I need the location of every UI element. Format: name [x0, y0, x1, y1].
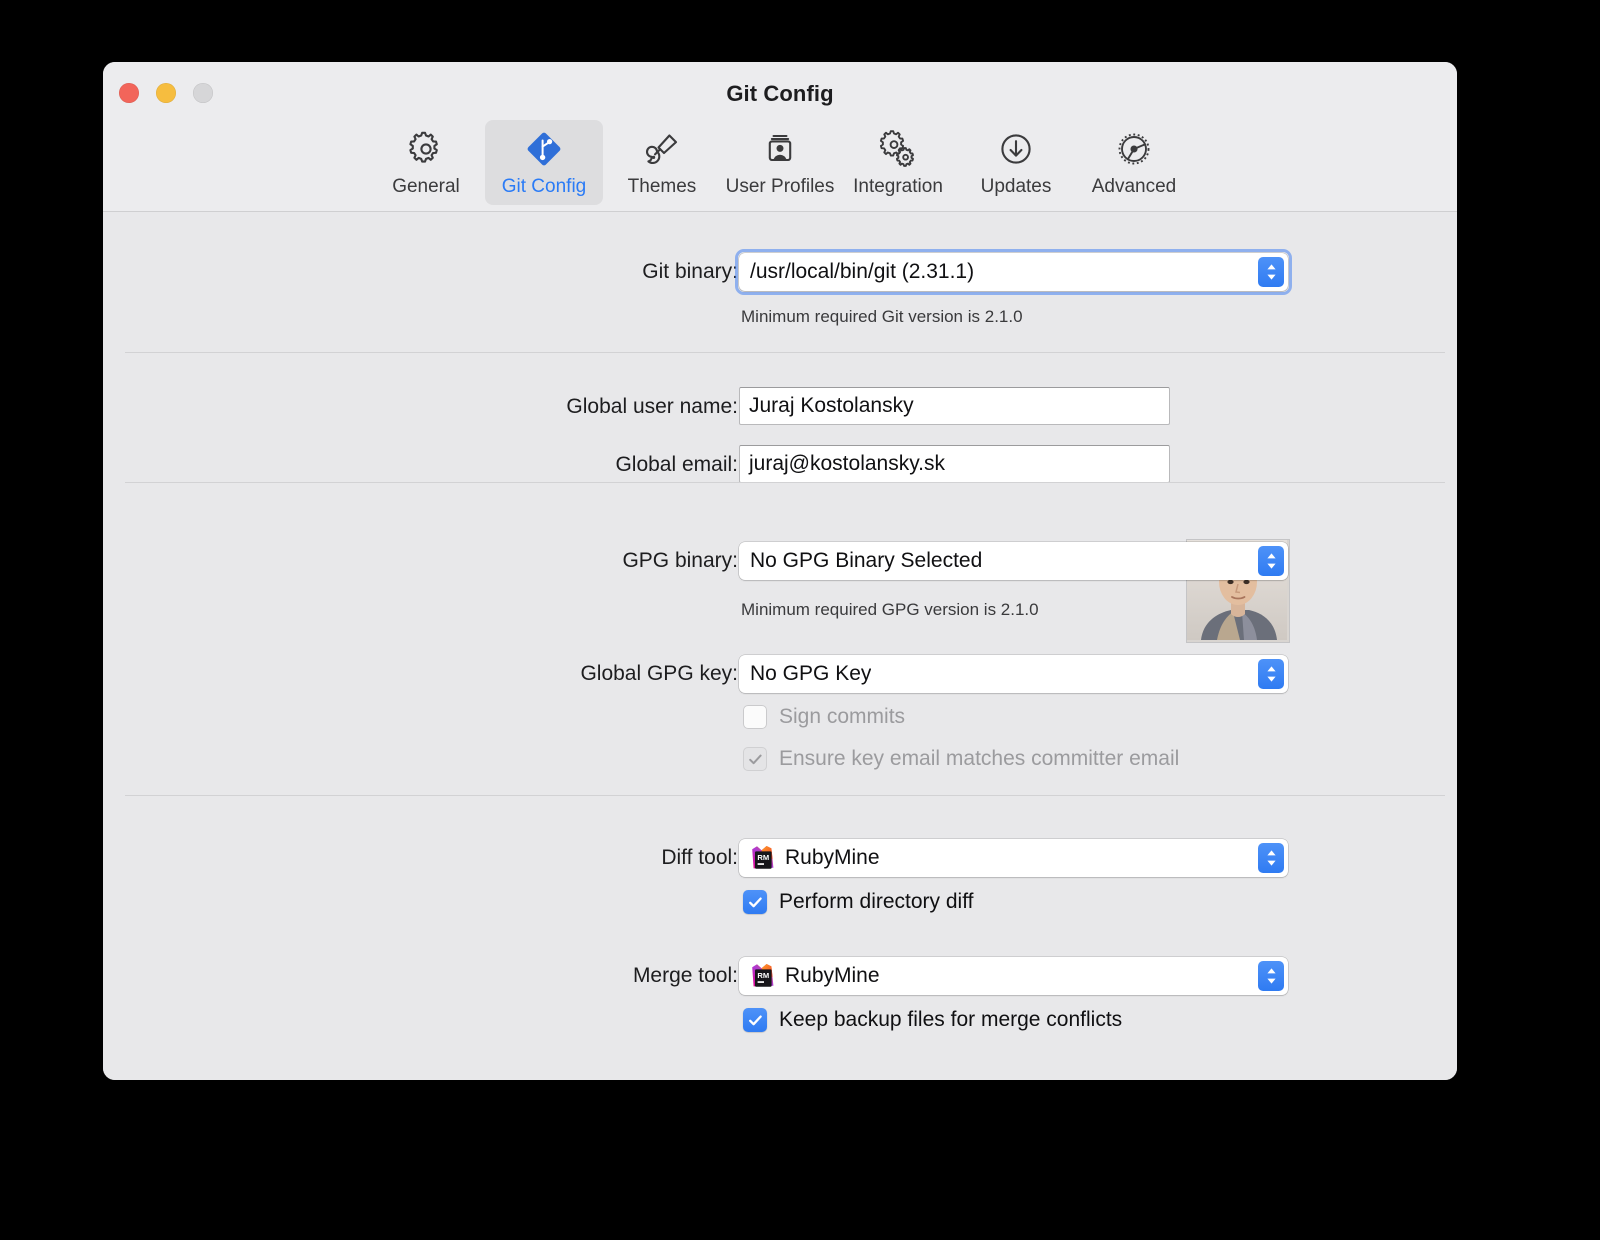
toolbar-label-updates: Updates [980, 176, 1052, 197]
global-email-label: Global email: [615, 453, 738, 476]
merge-tool-stepper[interactable] [1258, 961, 1284, 991]
diff-tool-label-wrap: Diff tool: [103, 846, 738, 870]
window-title: Git Config [726, 81, 834, 106]
keep-backup-files-checkbox[interactable] [743, 1008, 767, 1032]
perform-directory-diff-row[interactable]: Perform directory diff [743, 890, 974, 914]
toolbar-label-integration: Integration [853, 176, 943, 197]
git-binary-hint: Minimum required Git version is 2.1.0 [741, 307, 1023, 326]
preferences-content: Git binary: /usr/local/bin/git (2.31.1) … [103, 212, 1457, 1080]
merge-tool-label-wrap: Merge tool: [103, 964, 738, 988]
global-email-input[interactable]: juraj@kostolansky.sk [739, 445, 1170, 483]
toolbar-label-general: General [392, 176, 460, 197]
user-card-icon [760, 128, 800, 170]
git-binary-label: Git binary: [642, 260, 738, 283]
section-divider-2 [125, 482, 1445, 483]
keep-backup-files-label: Keep backup files for merge conflicts [779, 1008, 1123, 1031]
git-binary-popup-wrap: /usr/local/bin/git (2.31.1) [735, 249, 1292, 295]
git-binary-stepper[interactable] [1258, 257, 1284, 287]
global-gpg-key-popup[interactable]: No GPG Key [739, 655, 1288, 693]
svg-text:RM: RM [757, 853, 769, 862]
toolbar-item-updates[interactable]: Updates [957, 120, 1075, 205]
gpg-binary-label: GPG binary: [622, 549, 738, 572]
ensure-key-email-checkbox[interactable] [743, 747, 767, 771]
diff-tool-stepper[interactable] [1258, 843, 1284, 873]
ensure-key-email-checkbox-row[interactable]: Ensure key email matches committer email [743, 747, 1179, 771]
two-gears-icon [878, 128, 918, 170]
global-user-name-label-wrap: Global user name: [103, 395, 738, 419]
global-user-name-input[interactable]: Juraj Kostolansky [739, 387, 1170, 425]
git-binary-label-wrap: Git binary: [103, 260, 738, 284]
preferences-window: Git Config General Git Config Themes Use… [103, 62, 1457, 1080]
toolbar-item-integration[interactable]: Integration [839, 120, 957, 205]
merge-tool-label: Merge tool: [632, 964, 738, 987]
git-diamond-icon [523, 128, 565, 170]
gpg-binary-hint: Minimum required GPG version is 2.1.0 [741, 600, 1039, 619]
global-user-name-label: Global user name: [566, 395, 738, 418]
git-binary-value: /usr/local/bin/git (2.31.1) [750, 260, 975, 283]
gpg-binary-stepper[interactable] [1258, 546, 1284, 576]
global-gpg-key-label-wrap: Global GPG key: [103, 662, 738, 686]
global-gpg-key-label: Global GPG key: [580, 662, 738, 685]
gpg-binary-value: No GPG Binary Selected [750, 549, 983, 572]
diff-tool-label: Diff tool: [661, 846, 738, 869]
svg-text:RM: RM [757, 971, 769, 980]
keep-backup-files-row[interactable]: Keep backup files for merge conflicts [743, 1008, 1122, 1032]
preferences-toolbar: General Git Config Themes User Profiles … [103, 120, 1457, 205]
diff-tool-value: RubyMine [785, 846, 880, 869]
toolbar-item-advanced[interactable]: Advanced [1075, 120, 1193, 205]
toolbar-item-general[interactable]: General [367, 120, 485, 205]
gpg-binary-label-wrap: GPG binary: [103, 549, 738, 573]
git-binary-popup[interactable]: /usr/local/bin/git (2.31.1) [735, 249, 1292, 295]
gear-icon [406, 128, 446, 170]
diff-tool-popup[interactable]: RM RubyMine [739, 839, 1288, 877]
merge-tool-value: RubyMine [785, 964, 880, 987]
section-divider-3 [125, 795, 1445, 796]
paintbrush-icon [642, 128, 682, 170]
toolbar-label-user-profiles: User Profiles [725, 176, 835, 197]
gpg-binary-popup[interactable]: No GPG Binary Selected [739, 542, 1288, 580]
download-circle-icon [996, 128, 1036, 170]
sign-commits-checkbox-row[interactable]: Sign commits [743, 705, 905, 729]
sign-commits-label: Sign commits [779, 705, 906, 728]
global-gpg-key-value: No GPG Key [750, 662, 872, 685]
rubymine-app-icon: RM [750, 845, 776, 871]
toolbar-label-advanced: Advanced [1091, 176, 1177, 197]
rubymine-app-icon: RM [750, 963, 776, 989]
toolbar-label-git-config: Git Config [501, 176, 587, 197]
section-divider-1 [125, 352, 1445, 353]
perform-directory-diff-checkbox[interactable] [743, 890, 767, 914]
toolbar-item-themes[interactable]: Themes [603, 120, 721, 205]
toolbar-label-themes: Themes [627, 176, 697, 197]
merge-tool-popup[interactable]: RM RubyMine [739, 957, 1288, 995]
ensure-key-email-label: Ensure key email matches committer email [779, 747, 1180, 770]
sign-commits-checkbox[interactable] [743, 705, 767, 729]
global-gpg-key-stepper[interactable] [1258, 659, 1284, 689]
window-titlebar: Git Config General Git Config Themes Use… [103, 62, 1457, 212]
perform-directory-diff-label: Perform directory diff [779, 890, 974, 913]
cog-wheel-icon [1114, 128, 1154, 170]
toolbar-item-user-profiles[interactable]: User Profiles [721, 120, 839, 205]
toolbar-item-git-config[interactable]: Git Config [485, 120, 603, 205]
global-email-label-wrap: Global email: [103, 453, 738, 477]
